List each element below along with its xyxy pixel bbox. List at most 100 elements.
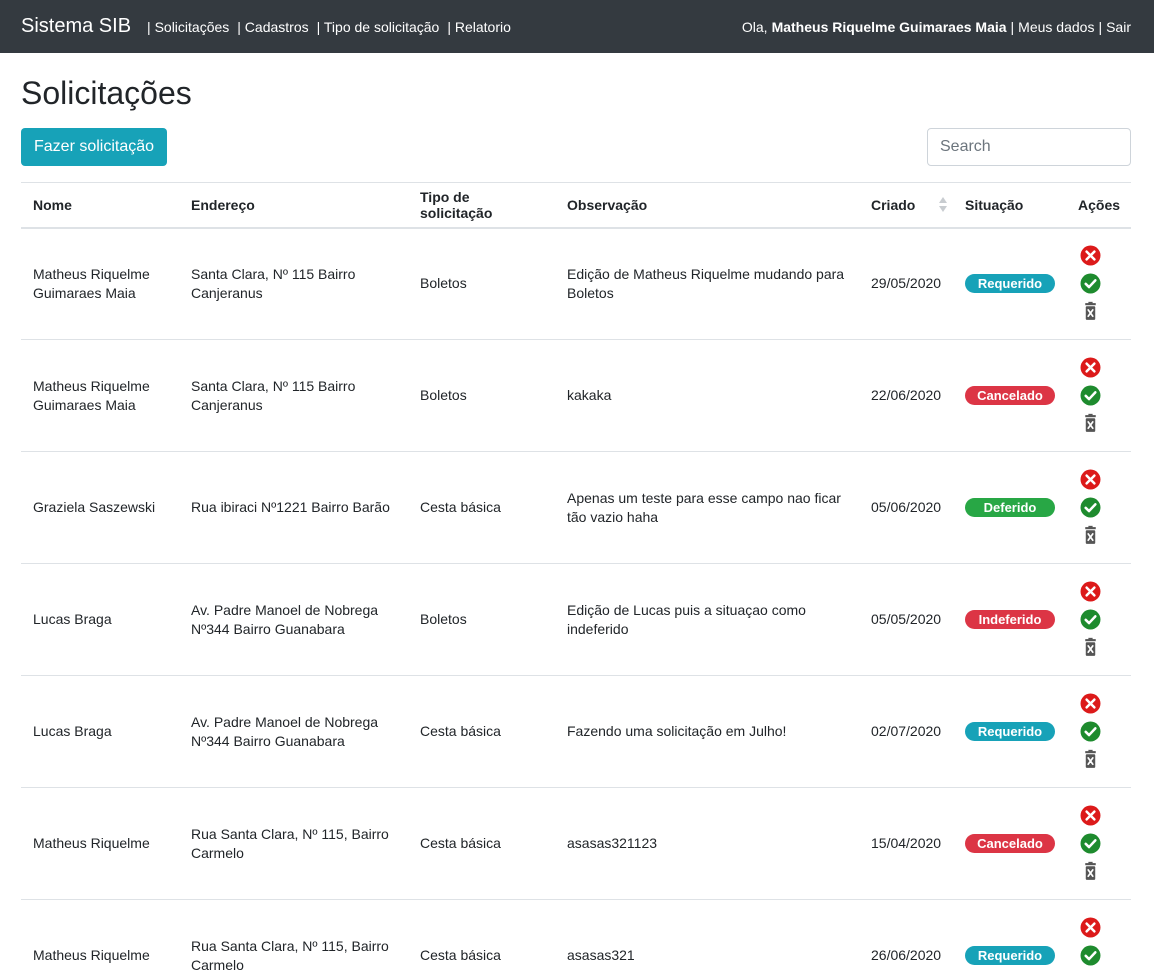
cell-endereco: Santa Clara, Nº 115 Bairro Canjeranus bbox=[179, 339, 408, 452]
cell-endereco: Santa Clara, Nº 115 Bairro Canjeranus bbox=[191, 265, 356, 301]
status-badge: Requerido bbox=[965, 722, 1055, 741]
cell-observacao: Apenas um teste para esse campo nao fica… bbox=[555, 451, 859, 564]
row-actions bbox=[1078, 581, 1119, 658]
status-badge: Requerido bbox=[965, 274, 1055, 294]
cell-observacao: kakaka bbox=[555, 339, 859, 452]
logout-link[interactable]: Sair bbox=[1106, 19, 1131, 35]
toolbar: Fazer solicitação bbox=[21, 128, 1131, 166]
row-actions bbox=[1078, 805, 1119, 882]
cell-observacao: Fazendo uma solicitação em Julho! bbox=[555, 675, 859, 788]
x-circle-icon[interactable] bbox=[1080, 357, 1101, 378]
cell-observacao: Edição de Matheus Riquelme mudando para … bbox=[567, 265, 845, 301]
cell-criado: 22/06/2020 bbox=[859, 339, 953, 452]
table-row: Matheus Riquelme Rua Santa Clara, Nº 115… bbox=[21, 899, 1131, 971]
status-badge: Cancelado bbox=[965, 834, 1055, 853]
nav-link-solicitacoes[interactable]: | Solicitações bbox=[147, 19, 229, 35]
table-row: Matheus Riquelme Guimaraes Maia Santa Cl… bbox=[21, 339, 1131, 452]
cell-situacao: Cancelado bbox=[953, 339, 1066, 452]
table-row: Matheus Riquelme Rua Santa Clara, Nº 115… bbox=[21, 787, 1131, 900]
search-input[interactable] bbox=[927, 128, 1131, 166]
status-badge: Cancelado bbox=[965, 386, 1055, 405]
table-row: Matheus Riquelme Guimaraes Maia Santa Cl… bbox=[21, 228, 1131, 340]
check-circle-icon[interactable] bbox=[1080, 945, 1101, 966]
x-circle-icon[interactable] bbox=[1080, 245, 1101, 266]
x-circle-icon[interactable] bbox=[1080, 469, 1101, 490]
requests-table: Nome Endereço Tipo de solicitação Observ… bbox=[21, 182, 1131, 971]
sort-icon[interactable] bbox=[939, 197, 947, 213]
table-row: Graziela Saszewski Rua ibiraci Nº1221 Ba… bbox=[21, 451, 1131, 564]
trash-icon[interactable] bbox=[1080, 637, 1101, 658]
check-circle-icon[interactable] bbox=[1080, 273, 1101, 294]
cell-tipo: Cesta básica bbox=[408, 787, 555, 900]
cell-criado: 29/05/2020 bbox=[871, 275, 942, 292]
cell-tipo: Cesta básica bbox=[408, 675, 555, 788]
check-circle-icon[interactable] bbox=[1080, 385, 1101, 406]
col-header-criado-label: Criado bbox=[871, 196, 916, 213]
table-body: Matheus Riquelme Guimaraes Maia Santa Cl… bbox=[21, 228, 1131, 971]
cell-observacao: asasas321 bbox=[555, 899, 859, 971]
row-actions bbox=[1078, 245, 1119, 322]
col-header-observacao[interactable]: Observação bbox=[555, 182, 859, 229]
cell-tipo: Boletos bbox=[408, 339, 555, 452]
cell-observacao: asasas321123 bbox=[555, 787, 859, 900]
cell-situacao: Requerido bbox=[953, 899, 1066, 971]
new-request-button[interactable]: Fazer solicitação bbox=[21, 128, 168, 166]
my-data-link[interactable]: Meus dados bbox=[1018, 19, 1094, 35]
user-name: Matheus Riquelme Guimaraes Maia bbox=[771, 18, 1007, 35]
brand[interactable]: Sistema SIB bbox=[21, 15, 131, 38]
col-header-endereco[interactable]: Endereço bbox=[179, 182, 408, 229]
cell-acoes bbox=[1066, 339, 1131, 452]
cell-acoes bbox=[1066, 228, 1131, 340]
x-circle-icon[interactable] bbox=[1080, 693, 1101, 714]
status-badge: Requerido bbox=[965, 946, 1055, 966]
cell-nome: Graziela Saszewski bbox=[21, 451, 179, 564]
table-row: Lucas Braga Av. Padre Manoel de Nobrega … bbox=[21, 675, 1131, 788]
check-circle-icon[interactable] bbox=[1080, 609, 1101, 630]
cell-acoes bbox=[1066, 899, 1131, 971]
x-circle-icon[interactable] bbox=[1080, 805, 1101, 826]
nav-links: | Solicitações | Cadastros | Tipo de sol… bbox=[147, 19, 519, 35]
check-circle-icon[interactable] bbox=[1080, 497, 1101, 518]
cell-endereco: Rua Santa Clara, Nº 115, Bairro Carmelo bbox=[179, 787, 408, 900]
cell-endereco: Av. Padre Manoel de Nobrega Nº344 Bairro… bbox=[179, 563, 408, 676]
nav-link-cadastros[interactable]: | Cadastros bbox=[237, 19, 308, 35]
page-title: Solicitações bbox=[21, 75, 192, 111]
separator: | bbox=[1010, 18, 1015, 35]
x-circle-icon[interactable] bbox=[1080, 917, 1101, 938]
cell-nome: Matheus Riquelme bbox=[21, 787, 179, 900]
cell-situacao: Requerido bbox=[953, 675, 1066, 788]
row-actions bbox=[1078, 693, 1119, 770]
cell-tipo: Boletos bbox=[420, 275, 467, 292]
requests-table-wrap: Nome Endereço Tipo de solicitação Observ… bbox=[21, 182, 1131, 971]
col-header-acoes: Ações bbox=[1066, 182, 1131, 229]
cell-nome: Lucas Braga bbox=[21, 563, 179, 676]
col-header-criado[interactable]: Criado bbox=[859, 182, 953, 229]
status-badge: Indeferido bbox=[965, 610, 1055, 629]
trash-icon[interactable] bbox=[1080, 301, 1101, 322]
nav-link-tipo-solicitacao[interactable]: | Tipo de solicitação bbox=[317, 19, 440, 35]
x-circle-icon[interactable] bbox=[1080, 581, 1101, 602]
trash-icon[interactable] bbox=[1080, 525, 1101, 546]
cell-criado: 15/04/2020 bbox=[859, 787, 953, 900]
table-row: Lucas Braga Av. Padre Manoel de Nobrega … bbox=[21, 563, 1131, 676]
trash-icon[interactable] bbox=[1080, 749, 1101, 770]
cell-tipo: Cesta básica bbox=[408, 451, 555, 564]
cell-tipo: Cesta básica bbox=[408, 899, 555, 971]
cell-situacao: Indeferido bbox=[953, 563, 1066, 676]
check-circle-icon[interactable] bbox=[1080, 721, 1101, 742]
col-header-tipo[interactable]: Tipo de solicitação bbox=[408, 182, 555, 229]
col-header-nome[interactable]: Nome bbox=[21, 182, 179, 229]
check-circle-icon[interactable] bbox=[1080, 833, 1101, 854]
row-actions bbox=[1078, 357, 1119, 434]
user-menu: Ola, Matheus Riquelme Guimaraes Maia | M… bbox=[742, 19, 1131, 35]
separator: | bbox=[1098, 18, 1103, 35]
nav-link-relatorio[interactable]: | Relatorio bbox=[447, 19, 511, 35]
cell-acoes bbox=[1066, 563, 1131, 676]
trash-icon[interactable] bbox=[1080, 861, 1101, 882]
cell-endereco: Rua ibiraci Nº1221 Bairro Barão bbox=[179, 451, 408, 564]
cell-acoes bbox=[1066, 787, 1131, 900]
cell-situacao: Requerido bbox=[953, 228, 1066, 340]
col-header-situacao[interactable]: Situação bbox=[953, 182, 1066, 229]
trash-icon[interactable] bbox=[1080, 413, 1101, 434]
cell-nome: Matheus Riquelme Guimaraes Maia bbox=[21, 339, 179, 452]
